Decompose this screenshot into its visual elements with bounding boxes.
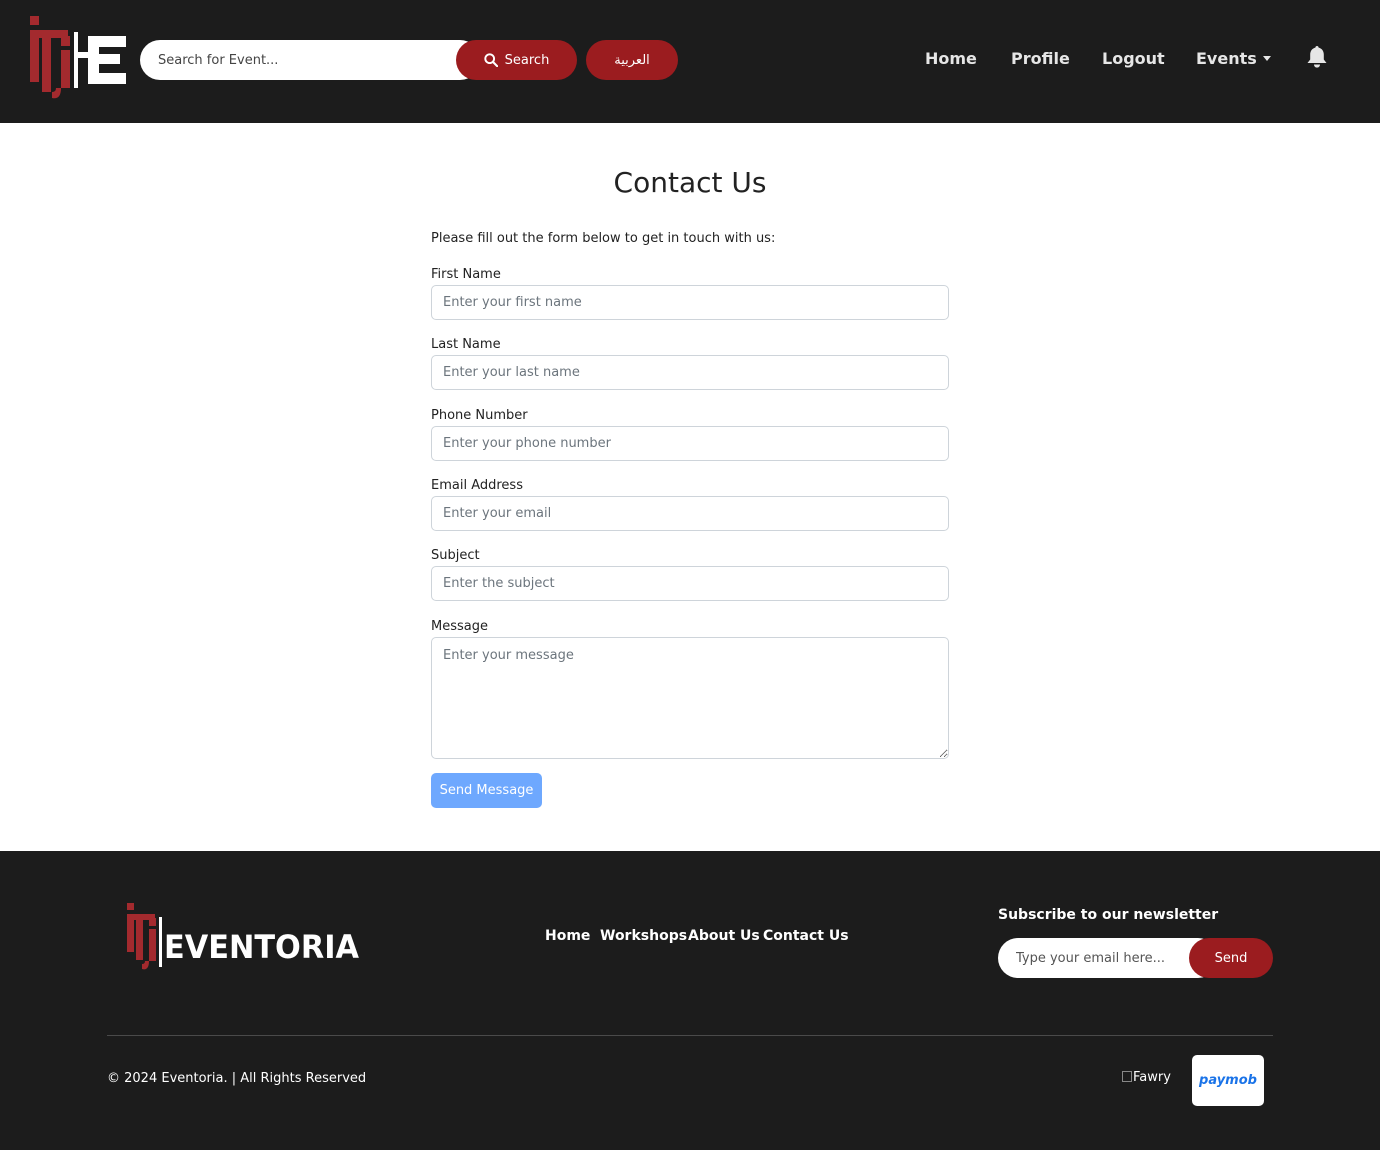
eventoria-logo: EVENTORIA	[127, 903, 359, 970]
page-title: Contact Us	[613, 166, 767, 199]
newsletter-field[interactable]	[998, 938, 1218, 978]
nav-events-dropdown[interactable]: Events	[1196, 47, 1271, 71]
last-name-field[interactable]	[431, 355, 949, 390]
subject-field[interactable]	[431, 566, 949, 601]
search-button-label: Search	[504, 52, 550, 68]
caret-down-icon	[1262, 56, 1271, 61]
fawry-alt-text: Fawry	[1133, 1070, 1171, 1085]
iti-logo[interactable]	[26, 14, 130, 100]
message-field[interactable]	[431, 637, 949, 759]
newsletter-send-button[interactable]: Send	[1189, 938, 1273, 978]
last-name-label: Last Name	[431, 337, 501, 352]
broken-image-icon	[1122, 1071, 1132, 1082]
send-message-button[interactable]: Send Message	[431, 773, 542, 808]
footer-link-workshops[interactable]: Workshops	[600, 926, 687, 946]
nav-events-label: Events	[1196, 49, 1257, 68]
site-footer: EVENTORIA Home Workshops About Us Contac…	[0, 851, 1380, 1150]
newsletter-title: Subscribe to our newsletter	[998, 907, 1219, 923]
copyright-text: © 2024 Eventoria. | All Rights Reserved	[107, 1071, 367, 1086]
search-icon	[484, 53, 498, 67]
subject-label: Subject	[431, 548, 480, 563]
footer-link-about[interactable]: About Us	[688, 926, 760, 946]
first-name-label: First Name	[431, 267, 501, 282]
fawry-logo: Fawry	[1122, 1070, 1171, 1085]
nav-profile[interactable]: Profile	[1011, 47, 1070, 71]
phone-field[interactable]	[431, 426, 949, 461]
first-name-field[interactable]	[431, 285, 949, 320]
footer-divider	[107, 1035, 1273, 1036]
newsletter-email-input[interactable]	[998, 938, 1198, 978]
email-field[interactable]	[431, 496, 949, 531]
footer-link-contact[interactable]: Contact Us	[763, 926, 849, 946]
phone-label: Phone Number	[431, 408, 528, 423]
paymob-logo: paymob	[1192, 1055, 1264, 1106]
search-field[interactable]	[140, 40, 480, 80]
search-button[interactable]: Search	[456, 40, 577, 80]
message-label: Message	[431, 619, 488, 634]
svg-text:EVENTORIA: EVENTORIA	[164, 928, 359, 966]
email-label: Email Address	[431, 478, 523, 493]
nav-home[interactable]: Home	[925, 47, 977, 71]
nav-logout[interactable]: Logout	[1102, 47, 1165, 71]
footer-link-home[interactable]: Home	[545, 926, 590, 946]
language-toggle-button[interactable]: العربية	[586, 40, 678, 80]
bell-icon[interactable]	[1306, 45, 1328, 69]
paymob-logo-text: paymob	[1199, 1073, 1257, 1088]
top-navbar: Search العربية Home Profile Logout Event…	[0, 0, 1380, 123]
form-intro-text: Please fill out the form below to get in…	[431, 231, 776, 246]
search-input[interactable]	[140, 40, 470, 80]
